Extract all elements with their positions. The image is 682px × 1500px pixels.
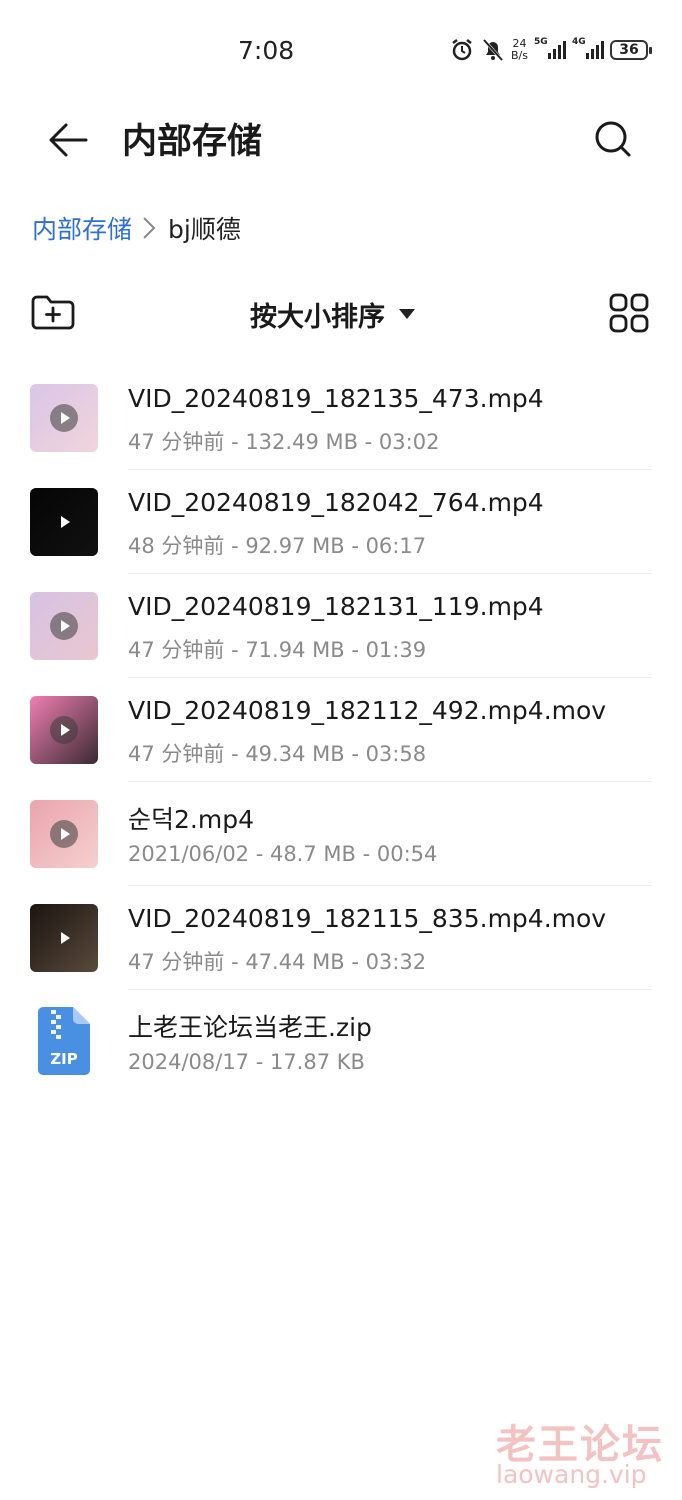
video-thumbnail xyxy=(30,384,98,452)
video-thumbnail xyxy=(30,904,98,972)
breadcrumb: 内部存储 bj顺德 xyxy=(32,209,241,247)
sort-dropdown[interactable]: 按大小排序 xyxy=(250,292,415,336)
play-icon xyxy=(50,924,78,952)
mute-icon xyxy=(481,37,505,63)
battery-icon: 36 xyxy=(610,40,652,60)
file-meta: 47 分钟前 - 132.49 MB - 03:02 xyxy=(128,430,440,454)
grid-view-icon xyxy=(609,293,649,337)
page-title: 内部存储 xyxy=(122,122,263,162)
file-row[interactable]: VID_20240819_182135_473.mp4 47 分钟前 - 132… xyxy=(0,366,682,470)
file-name: VID_20240819_182112_492.mp4.mov xyxy=(128,696,607,725)
file-list: VID_20240819_182135_473.mp4 47 分钟前 - 132… xyxy=(0,366,682,1094)
file-meta: 48 分钟前 - 92.97 MB - 06:17 xyxy=(128,534,427,558)
file-name: 上老王论坛当老王.zip xyxy=(128,1013,372,1042)
file-name: VID_20240819_182135_473.mp4 xyxy=(128,384,544,413)
file-row[interactable]: 순덕2.mp4 2021/06/02 - 48.7 MB - 00:54 xyxy=(0,782,682,886)
watermark-url: laowang.vip xyxy=(496,1460,647,1489)
arrow-left-icon xyxy=(48,122,88,162)
file-meta: 47 分钟前 - 71.94 MB - 01:39 xyxy=(128,638,427,662)
file-meta: 47 分钟前 - 49.34 MB - 03:58 xyxy=(128,742,427,766)
net-speed-unit: B/s xyxy=(511,49,528,62)
file-meta: 2024/08/17 - 17.87 KB xyxy=(128,1050,365,1074)
zip-icon-label: ZIP xyxy=(50,1050,77,1068)
video-thumbnail xyxy=(30,800,98,868)
zip-file-icon: ZIP xyxy=(34,1006,94,1076)
file-name: VID_20240819_182131_119.mp4 xyxy=(128,592,544,621)
new-folder-button[interactable] xyxy=(28,292,78,336)
status-time: 7:08 xyxy=(238,36,295,65)
battery-level: 36 xyxy=(619,42,639,58)
file-meta: 2021/06/02 - 48.7 MB - 00:54 xyxy=(128,842,438,866)
grid-view-button[interactable] xyxy=(606,292,652,338)
sim1-label: 5G xyxy=(534,37,548,47)
file-meta: 47 分钟前 - 47.44 MB - 03:32 xyxy=(128,950,427,974)
video-thumbnail xyxy=(30,696,98,764)
alarm-icon xyxy=(449,37,475,63)
file-row[interactable]: VID_20240819_182131_119.mp4 47 分钟前 - 71.… xyxy=(0,574,682,678)
sort-label: 按大小排序 xyxy=(250,301,385,333)
caret-down-icon xyxy=(399,309,415,319)
folder-add-icon xyxy=(30,293,76,335)
breadcrumb-current: bj顺德 xyxy=(168,215,241,244)
file-row[interactable]: ZIP 上老王论坛当老王.zip 2024/08/17 - 17.87 KB xyxy=(0,990,682,1094)
play-icon xyxy=(50,508,78,536)
file-name: VID_20240819_182115_835.mp4.mov xyxy=(128,904,607,933)
play-icon xyxy=(50,612,78,640)
file-row[interactable]: VID_20240819_182112_492.mp4.mov 47 分钟前 -… xyxy=(0,678,682,782)
signal-4g-icon: 4G xyxy=(572,37,604,59)
status-icons: 24 B/s 5G 4G 36 xyxy=(449,36,652,64)
play-icon xyxy=(50,716,78,744)
sim2-label: 4G xyxy=(572,37,586,47)
file-name: 순덕2.mp4 xyxy=(128,805,254,834)
search-icon xyxy=(593,119,633,163)
search-button[interactable] xyxy=(588,116,638,166)
video-thumbnail xyxy=(30,592,98,660)
breadcrumb-root[interactable]: 内部存储 xyxy=(32,210,132,246)
file-name: VID_20240819_182042_764.mp4 xyxy=(128,488,544,517)
net-speed: 24 B/s xyxy=(511,38,528,62)
back-button[interactable] xyxy=(44,118,92,166)
chevron-right-icon xyxy=(142,216,156,240)
video-thumbnail xyxy=(30,488,98,556)
play-icon xyxy=(50,404,78,432)
file-row[interactable]: VID_20240819_182115_835.mp4.mov 47 分钟前 -… xyxy=(0,886,682,990)
play-icon xyxy=(50,820,78,848)
signal-5g-icon: 5G xyxy=(534,37,566,59)
file-row[interactable]: VID_20240819_182042_764.mp4 48 分钟前 - 92.… xyxy=(0,470,682,574)
